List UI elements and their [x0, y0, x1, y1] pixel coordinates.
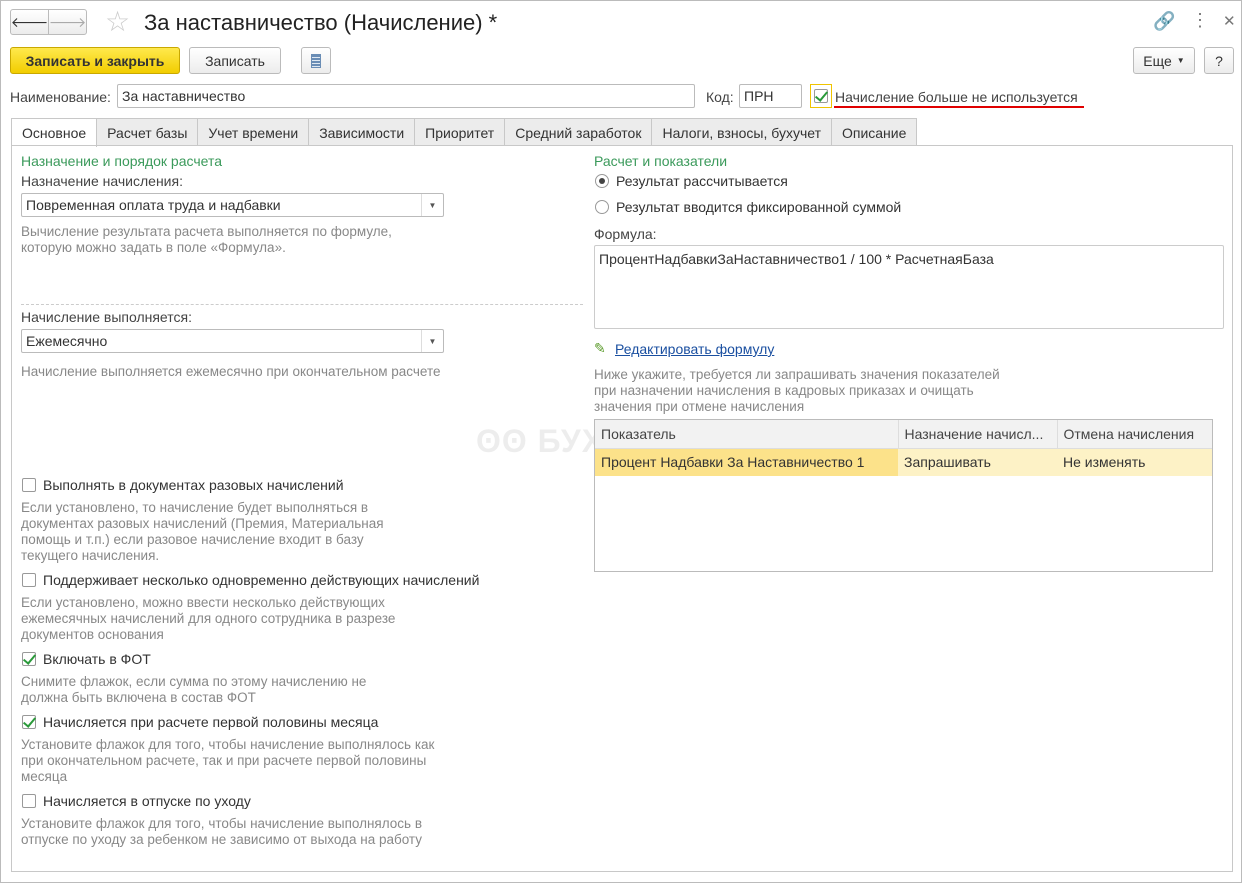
tab-time[interactable]: Учет времени: [197, 118, 310, 146]
save-button[interactable]: Записать: [189, 47, 281, 74]
help-button[interactable]: ?: [1204, 47, 1234, 74]
table-cell[interactable]: Запрашивать: [898, 448, 1057, 476]
option-checkbox-fot[interactable]: [22, 652, 36, 666]
option-label: Начисляется в отпуске по уходу: [43, 793, 251, 809]
option-checkbox-parental-leave[interactable]: [22, 794, 36, 808]
option-label: Выполнять в документах разовых начислени…: [43, 477, 344, 493]
back-button[interactable]: 🡐: [10, 9, 49, 35]
tab-bar: Основное Расчет базы Учет времени Зависи…: [11, 118, 918, 147]
option-desc: Снимите флажок, если сумма по этому начи…: [21, 674, 367, 705]
not-used-checkbox[interactable]: [814, 89, 828, 103]
more-button[interactable]: Еще ▼: [1133, 47, 1195, 74]
table-hint: Ниже укажите, требуется ли запрашивать з…: [594, 367, 1000, 414]
period-desc: Начисление выполняется ежемесячно при ок…: [21, 364, 441, 379]
table-cell[interactable]: Не изменять: [1057, 448, 1212, 476]
option-checkbox-multiple[interactable]: [22, 573, 36, 587]
tab-dependencies[interactable]: Зависимости: [308, 118, 416, 146]
code-label: Код:: [706, 89, 734, 105]
purpose-label: Назначение начисления:: [21, 173, 183, 189]
right-heading: Расчет и показатели: [594, 153, 728, 169]
table-cell[interactable]: Процент Надбавки За Наставничество 1: [595, 448, 898, 476]
purpose-select[interactable]: Повременная оплата труда и надбавки ▼: [21, 193, 444, 217]
divider: [21, 304, 583, 305]
radio-calculated-label: Результат рассчитывается: [616, 173, 788, 189]
option-desc: Если установлено, то начисление будет вы…: [21, 500, 384, 563]
option-label: Поддерживает несколько одновременно дейс…: [43, 572, 480, 588]
left-heading: Назначение и порядок расчета: [21, 153, 223, 169]
list-icon: [311, 53, 321, 68]
menu-dots-icon[interactable]: ⋮: [1191, 10, 1209, 31]
tab-average[interactable]: Средний заработок: [504, 118, 653, 146]
not-used-checkbox-frame[interactable]: [810, 84, 832, 108]
close-icon[interactable]: ✕: [1223, 12, 1236, 30]
chevron-down-icon: ▼: [1176, 56, 1185, 65]
name-input[interactable]: За наставничество: [117, 84, 695, 108]
link-icon[interactable]: 🔗: [1153, 11, 1175, 32]
report-button[interactable]: [301, 47, 331, 74]
period-label: Начисление выполняется:: [21, 309, 192, 325]
save-close-button[interactable]: Записать и закрыть: [10, 47, 180, 74]
radio-fixed[interactable]: [595, 200, 609, 214]
option-desc: Установите флажок для того, чтобы начисл…: [21, 737, 435, 784]
favorite-star-icon[interactable]: ☆: [105, 5, 130, 38]
purpose-desc: Вычисление результата расчета выполняетс…: [21, 224, 392, 255]
option-desc: Установите флажок для того, чтобы начисл…: [21, 816, 423, 847]
name-label: Наименование:: [10, 89, 111, 105]
option-label: Начисляется при расчете первой половины …: [43, 714, 379, 730]
formula-textarea[interactable]: ПроцентНадбавкиЗаНаставничество1 / 100 *…: [594, 245, 1224, 329]
forward-button[interactable]: 🡒: [48, 9, 87, 35]
table-row[interactable]: Процент Надбавки За Наставничество 1 Зап…: [595, 448, 1212, 476]
column-header[interactable]: Показатель: [595, 420, 899, 449]
option-label: Включать в ФОТ: [43, 651, 151, 667]
option-checkbox-one-time[interactable]: [22, 478, 36, 492]
not-used-label: Начисление больше не используется: [835, 89, 1078, 105]
radio-calculated[interactable]: [595, 174, 609, 188]
window-title: За наставничество (Начисление) *: [144, 10, 498, 35]
period-select[interactable]: Ежемесячно ▼: [21, 329, 444, 353]
tab-main[interactable]: Основное: [11, 118, 98, 147]
pencil-icon: ✎: [594, 340, 606, 356]
red-underline: [834, 106, 1084, 108]
edit-formula-link[interactable]: Редактировать формулу: [615, 341, 774, 357]
formula-label: Формула:: [594, 226, 657, 242]
window: 🡐 🡒 ☆ За наставничество (Начисление) * 🔗…: [0, 0, 1242, 883]
dropdown-icon[interactable]: ▼: [421, 194, 443, 216]
option-checkbox-first-half[interactable]: [22, 715, 36, 729]
code-input[interactable]: ПРН: [739, 84, 802, 108]
dropdown-icon[interactable]: ▼: [421, 330, 443, 352]
tab-base[interactable]: Расчет базы: [96, 118, 199, 146]
tab-taxes[interactable]: Налоги, взносы, бухучет: [651, 118, 832, 146]
indicators-table: Показатель Назначение начисл... Отмена н…: [594, 419, 1213, 572]
option-desc: Если установлено, можно ввести несколько…: [21, 595, 396, 642]
tab-priority[interactable]: Приоритет: [414, 118, 506, 146]
tab-description[interactable]: Описание: [830, 118, 918, 146]
column-header[interactable]: Отмена начисления: [1057, 420, 1212, 449]
column-header[interactable]: Назначение начисл...: [898, 420, 1058, 449]
radio-fixed-label: Результат вводится фиксированной суммой: [616, 199, 902, 215]
